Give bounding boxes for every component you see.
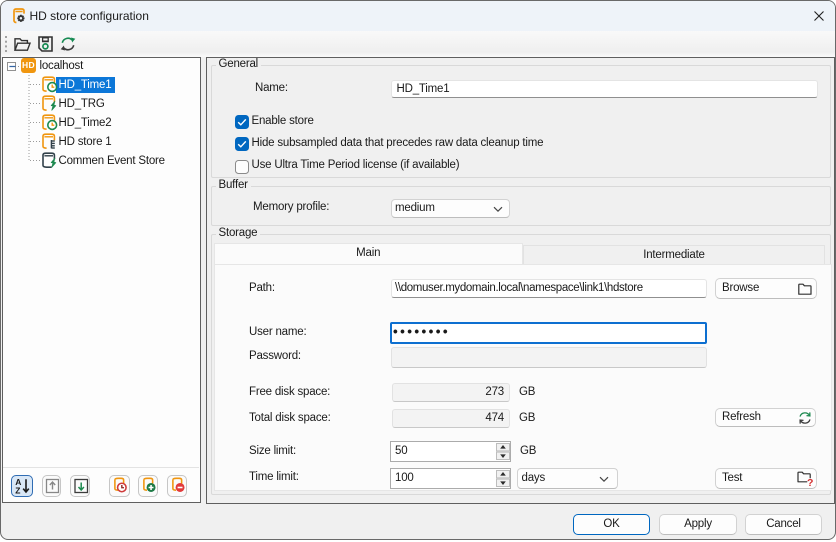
- svg-text:Z: Z: [15, 485, 20, 495]
- svg-text:?: ?: [807, 477, 813, 487]
